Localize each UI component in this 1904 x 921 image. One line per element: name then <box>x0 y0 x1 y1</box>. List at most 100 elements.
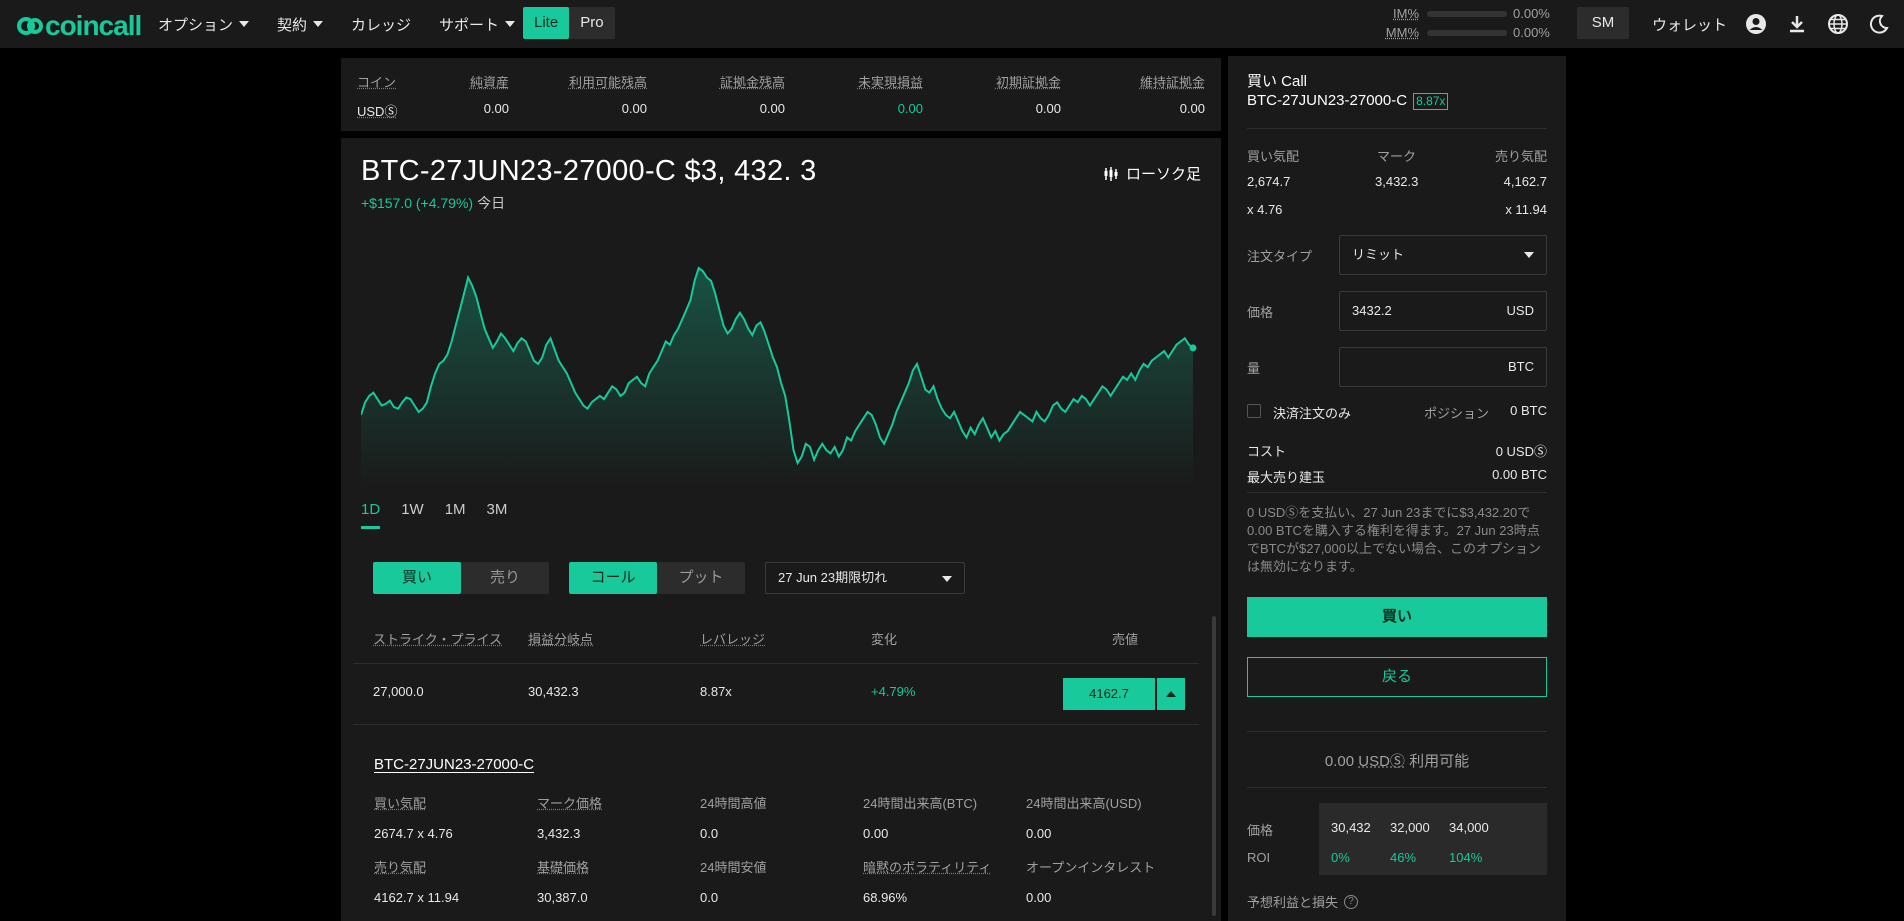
pro-mode-button[interactable]: Pro <box>569 7 614 39</box>
header-leverage: レバレッジ <box>700 632 766 647</box>
expiry-select[interactable]: 27 Jun 23期限切れ <box>765 562 965 594</box>
wallet-link[interactable]: ウォレット <box>1652 14 1727 35</box>
balance-column: 未実現損益 0.00 <box>785 72 923 120</box>
detail-value: 2674.7 x 4.76 <box>374 826 453 841</box>
pnl-section: 予想利益と損失? <box>1247 892 1359 911</box>
buy-tab[interactable]: 買い <box>373 562 461 594</box>
quantity-unit: BTC <box>1508 359 1534 374</box>
mm-bar <box>1427 29 1507 36</box>
mm-label: MM% <box>1385 25 1419 40</box>
detail-value: 0.0 <box>700 826 719 841</box>
balance-column: 証拠金残高 0.00 <box>647 72 785 120</box>
globe-icon[interactable] <box>1827 13 1849 35</box>
order-instrument: BTC-27JUN23-27000-C 8.87x <box>1247 92 1449 110</box>
sm-button[interactable]: SM <box>1577 7 1629 39</box>
price-label: 価格 <box>1247 305 1274 320</box>
chevron-down-icon <box>1524 252 1534 258</box>
divider <box>1247 731 1547 732</box>
price-value: 3432.2 <box>1352 303 1392 318</box>
put-tab[interactable]: プット <box>657 562 745 594</box>
order-type-value: リミット <box>1352 247 1405 262</box>
nav-support[interactable]: サポート <box>439 14 516 35</box>
bid-size: x 4.76 <box>1247 202 1283 217</box>
quantity-input[interactable]: BTC <box>1339 347 1547 387</box>
order-type-select[interactable]: リミット <box>1339 235 1547 275</box>
detail-item: 24時間高値 0.0 <box>700 793 766 841</box>
lite-mode-button[interactable]: Lite <box>523 7 570 39</box>
balance-column: コイン USDⓈ <box>357 72 429 120</box>
roi-value-2: 46% <box>1390 850 1417 865</box>
scrollbar[interactable] <box>1212 616 1216 916</box>
divider <box>353 724 1199 725</box>
row-leverage: 8.87x <box>700 684 732 699</box>
ask-label: 売り気配 <box>1494 149 1547 164</box>
detail-label: 24時間出来高(BTC) <box>863 796 978 811</box>
detail-item: 売り気配 4162.7 x 11.94 <box>374 857 459 905</box>
detail-item: オープンインタレスト 0.00 <box>1026 857 1155 905</box>
call-tab[interactable]: コール <box>569 562 657 594</box>
detail-label: 24時間安値 <box>700 860 767 875</box>
detail-label: 24時間出来高(USD) <box>1026 796 1142 811</box>
ask-price-button[interactable]: 4162.7 <box>1063 678 1155 710</box>
available-unit: USDⓈ <box>1358 753 1405 770</box>
leverage-badge: 8.87x <box>1413 93 1449 110</box>
order-panel: 買い Call BTC-27JUN23-27000-C 8.87x 買い気配 マー… <box>1228 56 1566 921</box>
expand-row-button[interactable] <box>1157 678 1185 710</box>
header-breakeven: 損益分岐点 <box>528 632 594 647</box>
timeframe-1w[interactable]: 1W <box>401 501 424 529</box>
detail-item: 買い気配 2674.7 x 4.76 <box>374 793 453 841</box>
buy-sell-toggle: 買い 売り <box>373 562 549 594</box>
candlestick-icon <box>1104 166 1118 181</box>
row-strike: 27,000.0 <box>373 684 424 699</box>
balance-header: 証拠金残高 <box>719 75 785 90</box>
detail-item: 暗黙のボラティリティ 68.96% <box>863 857 991 905</box>
balance-header: 未実現損益 <box>857 75 923 90</box>
mark-value: 3,432.3 <box>1375 174 1419 189</box>
bid-value: 2,674.7 <box>1247 174 1291 189</box>
sell-tab[interactable]: 売り <box>461 562 549 594</box>
account-icon[interactable] <box>1745 13 1767 35</box>
balance-header: コイン <box>357 75 397 90</box>
reduce-only-checkbox[interactable] <box>1247 404 1261 418</box>
price-unit: USD <box>1506 303 1534 318</box>
timeframe-1d[interactable]: 1D <box>361 501 381 529</box>
balance-value: USDⓈ <box>357 104 398 119</box>
quantity-label: 量 <box>1247 361 1261 376</box>
detail-item: マーク価格 3,432.3 <box>537 793 602 841</box>
download-icon[interactable] <box>1786 13 1808 35</box>
top-nav-bar: coincall オプション 契約 カレッジ サポート Lite Pro IM%… <box>0 0 1904 48</box>
row-change: +4.79% <box>871 684 916 699</box>
row-breakeven: 30,432.3 <box>528 684 579 699</box>
price-input[interactable]: 3432.2 USD <box>1339 291 1547 331</box>
header-change: 変化 <box>871 632 898 647</box>
nav-contracts[interactable]: 契約 <box>277 14 324 35</box>
balance-column: 維持証拠金 0.00 <box>1061 72 1205 120</box>
buy-button[interactable]: 買い <box>1247 597 1547 637</box>
order-type-label: 注文タイプ <box>1247 249 1313 264</box>
header-ask: 売値 <box>1112 632 1139 647</box>
roi-label: ROI <box>1247 850 1271 865</box>
asset-change-period: 今日 <box>477 195 506 211</box>
detail-instrument-title[interactable]: BTC-27JUN23-27000-C <box>374 756 534 773</box>
available-suffix: 利用可能 <box>1409 753 1470 770</box>
candlestick-toggle[interactable]: ローソク足 <box>1103 163 1201 184</box>
nav-contracts-label: 契約 <box>277 16 308 34</box>
ask-size: x 11.94 <box>1505 202 1547 217</box>
coincall-logo[interactable]: coincall <box>17 10 142 42</box>
moon-icon[interactable] <box>1868 13 1890 35</box>
asset-title: BTC-27JUN23-27000-C $3, 432. 3 <box>361 155 817 187</box>
roi-table: 30,432 32,000 34,000 0% 46% 104% <box>1319 803 1547 875</box>
timeframe-1m[interactable]: 1M <box>445 501 466 529</box>
nav-options[interactable]: オプション <box>158 14 250 35</box>
balance-column: 純資産 0.00 <box>429 72 509 120</box>
chevron-down-icon <box>239 21 250 27</box>
logo-mark-icon <box>17 17 43 35</box>
timeframe-3m[interactable]: 3M <box>487 501 508 529</box>
mm-meter: MM% 0.00% <box>1383 23 1553 42</box>
detail-value: 0.00 <box>1026 890 1052 905</box>
back-button[interactable]: 戻る <box>1247 657 1547 697</box>
order-title: 買い Call <box>1247 73 1308 90</box>
nav-calendar[interactable]: カレッジ <box>351 14 411 35</box>
help-icon[interactable]: ? <box>1344 894 1359 909</box>
pnl-label: 予想利益と損失 <box>1247 895 1339 910</box>
